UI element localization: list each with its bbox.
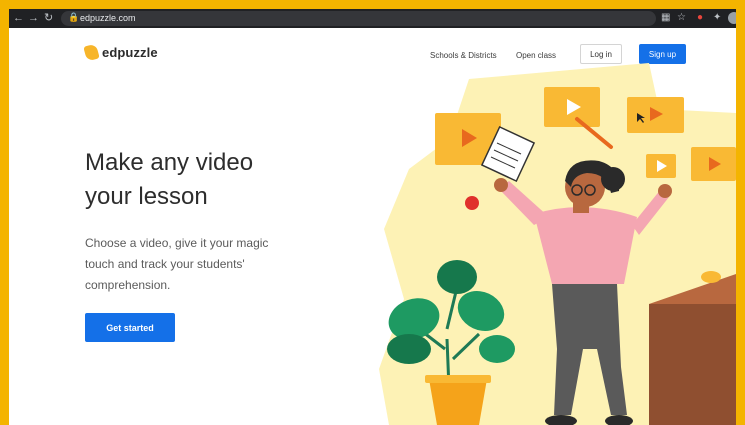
hero-subtitle: Choose a video, give it your magic touch… (85, 233, 285, 296)
subtitle-line: comprehension. (85, 278, 171, 292)
video-card-icon (544, 87, 600, 127)
profile-avatar[interactable] (728, 12, 736, 24)
subtitle-line: Choose a video, give it your magic (85, 236, 269, 250)
get-started-button[interactable]: Get started (85, 313, 175, 342)
apple-icon (465, 196, 479, 210)
video-card-icon (646, 154, 676, 178)
hero-headline: Make any video your lesson (85, 146, 325, 214)
star-icon[interactable]: ☆ (677, 11, 686, 25)
subtitle-line: touch and track your students' (85, 257, 245, 271)
address-bar[interactable]: 🔒 edpuzzle.com (61, 11, 656, 26)
lock-icon: 🔒 (68, 12, 80, 22)
forward-arrow-icon[interactable]: → (28, 11, 39, 25)
browser-toolbar: ← → ↻ 🔒 edpuzzle.com ▦ ☆ ● ✦ (9, 9, 736, 28)
extension-icon[interactable]: ● (697, 11, 703, 25)
headline-line: Make any video (85, 149, 254, 176)
puzzle-logo-icon (83, 43, 100, 62)
puzzle-icon[interactable]: ✦ (713, 11, 721, 25)
logo-text: edpuzzle (102, 45, 158, 60)
edpuzzle-logo[interactable]: edpuzzle (83, 43, 158, 62)
back-arrow-icon[interactable]: ← (13, 11, 24, 25)
translate-icon[interactable]: ▦ (661, 11, 670, 25)
teacher-illustration (379, 63, 736, 425)
browser-window: ← → ↻ 🔒 edpuzzle.com ▦ ☆ ● ✦ edpuzzle Sc… (9, 9, 736, 425)
reload-icon[interactable]: ↻ (44, 11, 53, 25)
headline-line: your lesson (85, 183, 208, 210)
video-card-icon (691, 147, 736, 181)
url-text: edpuzzle.com (80, 13, 136, 23)
video-card-icon (627, 97, 684, 133)
